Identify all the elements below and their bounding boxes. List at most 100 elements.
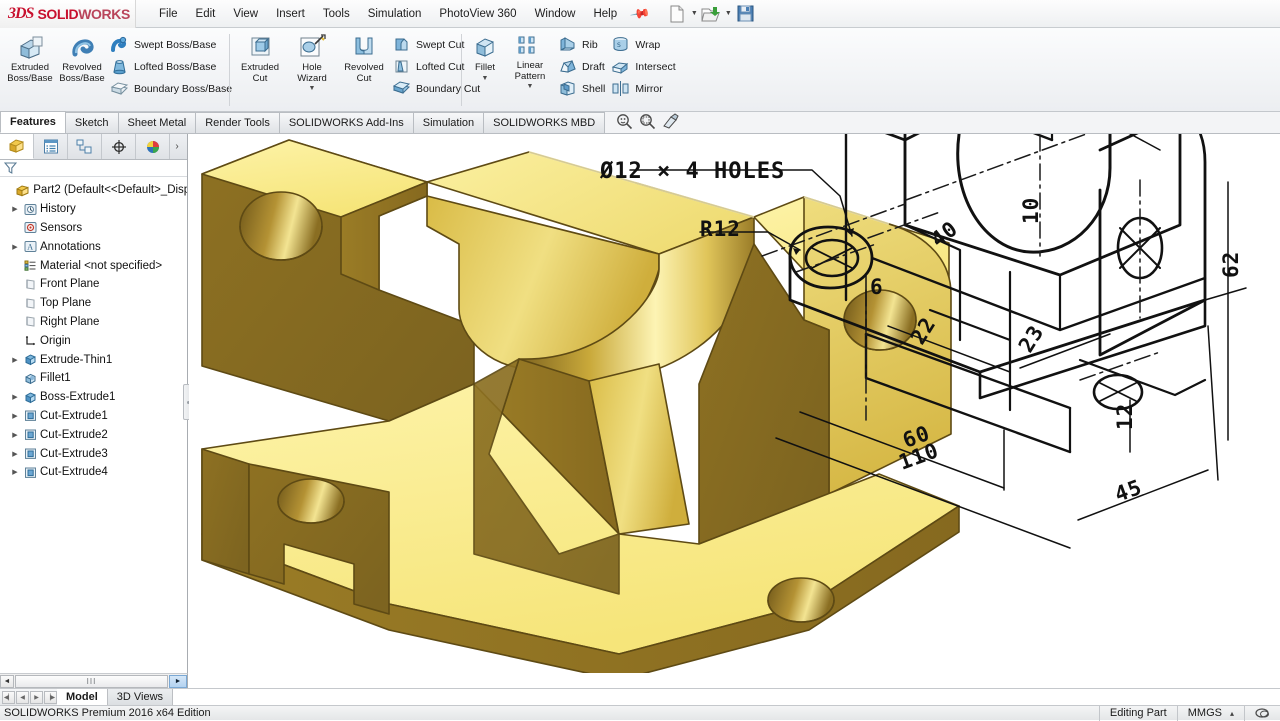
- configuration-manager-tab[interactable]: [68, 134, 102, 159]
- zoom-to-area-icon[interactable]: [639, 113, 656, 133]
- menu-photoview360[interactable]: PhotoView 360: [430, 4, 525, 24]
- nav-first-button[interactable]: ◀▏: [2, 690, 15, 704]
- open-document-caret[interactable]: ▼: [724, 10, 732, 17]
- new-document-caret[interactable]: ▼: [690, 10, 698, 17]
- hole-wizard-button[interactable]: Hole Wizard ▼: [286, 30, 338, 92]
- dimxpert-manager-tab[interactable]: [102, 134, 136, 159]
- pushpin-icon[interactable]: 📌: [629, 2, 652, 24]
- tab-features[interactable]: Features: [0, 111, 66, 133]
- status-bar: SOLIDWORKS Premium 2016 x64 Edition Edit…: [0, 705, 1280, 721]
- rib-button[interactable]: Rib: [556, 35, 609, 54]
- intersect-button[interactable]: Intersect: [609, 57, 679, 76]
- mirror-button[interactable]: Mirror: [609, 79, 679, 98]
- tab-simulation[interactable]: Simulation: [412, 112, 485, 133]
- graphics-viewport[interactable]: R12 12 50 30 Ø12 × 4 HOLES R12 10 40 62 …: [189, 134, 1280, 673]
- new-document-icon[interactable]: [666, 3, 688, 25]
- tree-item-right-plane[interactable]: ▶ Right Plane: [2, 313, 187, 332]
- tree-item-annotations[interactable]: ▶ A Annotations: [2, 237, 187, 256]
- tree-arrow[interactable]: ▶: [10, 243, 20, 251]
- hole-wizard-caret[interactable]: ▼: [286, 85, 338, 92]
- property-list-icon: [43, 139, 58, 154]
- open-document-icon[interactable]: [700, 3, 722, 25]
- linear-pattern-button[interactable]: Linear Pattern ▼: [504, 30, 556, 90]
- hole-wizard-label: Hole Wizard: [297, 62, 327, 84]
- tree-arrow[interactable]: ▶: [10, 468, 20, 476]
- tab-render-tools[interactable]: Render Tools: [195, 112, 280, 133]
- zoom-to-fit-icon[interactable]: [616, 113, 633, 133]
- tree-item-extrude-thin1[interactable]: ▶ Extrude-Thin1: [2, 350, 187, 369]
- tree-item-front-plane[interactable]: ▶ Front Plane: [2, 275, 187, 294]
- dim-45: 45: [1112, 475, 1146, 507]
- panel-tabs-more-icon[interactable]: ›: [170, 134, 184, 159]
- extruded-boss-base-button[interactable]: Extruded Boss/Base: [4, 30, 56, 84]
- lofted-boss-base-button[interactable]: Lofted Boss/Base: [108, 57, 236, 76]
- tree-arrow[interactable]: ▶: [10, 393, 20, 401]
- hscroll-right-arrow[interactable]: ►: [169, 674, 187, 688]
- tree-item-label: Sensors: [40, 221, 83, 234]
- tab-3d-views[interactable]: 3D Views: [107, 689, 174, 705]
- tree-arrow: ▶: [10, 280, 20, 288]
- plane-icon: [23, 315, 37, 329]
- property-manager-tab[interactable]: [34, 134, 68, 159]
- feature-filter-bar[interactable]: [0, 160, 187, 177]
- display-manager-tab[interactable]: [136, 134, 170, 159]
- tree-arrow[interactable]: ▶: [10, 431, 20, 439]
- hscroll-thumb[interactable]: III: [15, 674, 168, 688]
- section-view-icon[interactable]: [662, 113, 679, 133]
- menu-tools[interactable]: Tools: [314, 4, 359, 24]
- draft-button[interactable]: Draft: [556, 57, 609, 76]
- revolved-boss-base-button[interactable]: Revolved Boss/Base: [56, 30, 108, 84]
- tree-item-cut-extrude2[interactable]: ▶ Cut-Extrude2: [2, 425, 187, 444]
- status-units[interactable]: MMGS ▴: [1176, 705, 1244, 721]
- tab-solidworks-mbd[interactable]: SOLIDWORKS MBD: [483, 112, 606, 133]
- nav-next-button[interactable]: ▶: [30, 690, 43, 704]
- extruded-cut-icon: [251, 37, 270, 56]
- tree-item-history[interactable]: ▶ History: [2, 200, 187, 219]
- swept-boss-base-button[interactable]: Swept Boss/Base: [108, 35, 236, 54]
- menu-insert[interactable]: Insert: [267, 4, 314, 24]
- tree-item-cut-extrude3[interactable]: ▶ Cut-Extrude3: [2, 444, 187, 463]
- tree-item-boss-extrude1[interactable]: ▶ Boss-Extrude1: [2, 388, 187, 407]
- tree-item-fillet1[interactable]: ▶ Fillet1: [2, 369, 187, 388]
- tree-item-cut-extrude4[interactable]: ▶ Cut-Extrude4: [2, 463, 187, 482]
- fillet-caret[interactable]: ▼: [466, 75, 504, 82]
- tree-item-material[interactable]: ▶ Material <not specified>: [2, 256, 187, 275]
- tree-item-part2[interactable]: ▶ Part2 (Default<<Default>_Displa: [2, 181, 187, 200]
- tree-item-cut-extrude1[interactable]: ▶ Cut-Extrude1: [2, 407, 187, 426]
- menu-edit[interactable]: Edit: [187, 4, 225, 24]
- tree-item-label: Boss-Extrude1: [40, 391, 116, 404]
- hscroll-left-arrow[interactable]: ◄: [0, 674, 14, 688]
- tree-arrow[interactable]: ▶: [10, 412, 20, 420]
- tree-item-origin[interactable]: ▶ Origin: [2, 331, 187, 350]
- menu-window[interactable]: Window: [526, 4, 585, 24]
- tree-arrow[interactable]: ▶: [10, 356, 20, 364]
- tree-item-top-plane[interactable]: ▶ Top Plane: [2, 294, 187, 313]
- tab-sketch[interactable]: Sketch: [64, 112, 119, 133]
- nav-previous-button[interactable]: ◀: [16, 690, 29, 704]
- overlay-icon[interactable]: [1244, 705, 1280, 721]
- nav-last-button[interactable]: ▕▶: [44, 690, 57, 704]
- tree-arrow[interactable]: ▶: [10, 205, 20, 213]
- save-icon[interactable]: [734, 3, 756, 25]
- tree-arrow: ▶: [10, 337, 20, 345]
- status-units-caret[interactable]: ▴: [1230, 709, 1234, 718]
- ribbon-toolbar: Extruded Boss/Base Revolved Boss/Base Swep…: [0, 28, 1280, 112]
- tab-sheet-metal[interactable]: Sheet Metal: [117, 112, 197, 133]
- tab-solidworks-add-ins[interactable]: SOLIDWORKS Add-Ins: [278, 112, 414, 133]
- menu-simulation[interactable]: Simulation: [359, 4, 431, 24]
- linear-pattern-caret[interactable]: ▼: [504, 83, 556, 90]
- tree-arrow[interactable]: ▶: [10, 450, 20, 458]
- boundary-boss-base-button[interactable]: Boundary Boss/Base: [108, 79, 236, 98]
- wrap-button[interactable]: S Wrap: [609, 35, 679, 54]
- fillet-button[interactable]: Fillet ▼: [466, 30, 504, 82]
- revolved-cut-button[interactable]: Revolved Cut: [338, 30, 390, 84]
- shell-button[interactable]: Shell: [556, 79, 609, 98]
- menu-help[interactable]: Help: [584, 4, 626, 24]
- menu-file[interactable]: File: [150, 4, 187, 24]
- menu-view[interactable]: View: [224, 4, 267, 24]
- feature-manager-tab[interactable]: [0, 134, 34, 159]
- extruded-cut-button[interactable]: Extruded Cut: [234, 30, 286, 84]
- tab-model[interactable]: Model: [57, 689, 108, 705]
- tree-item-sensors[interactable]: ▶ Sensors: [2, 219, 187, 238]
- feature-tree-hscrollbar[interactable]: ◄ III ►: [0, 673, 188, 688]
